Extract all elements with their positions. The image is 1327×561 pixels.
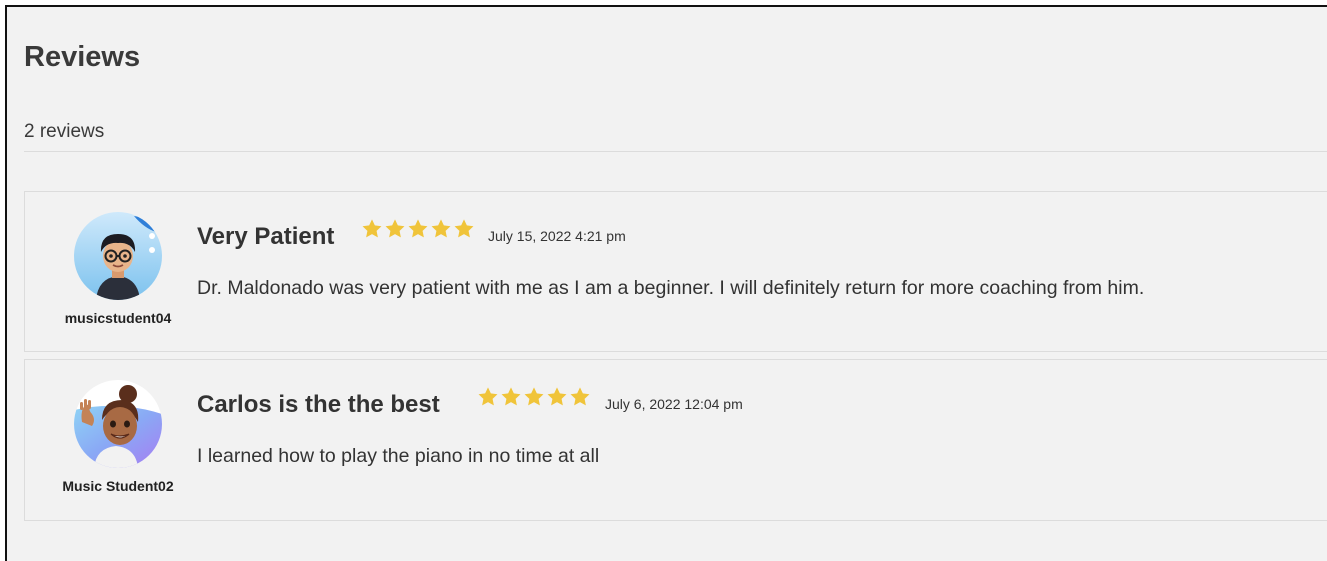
review-title: Very Patient [197,223,335,250]
star-icon [501,387,521,406]
star-icon [431,219,451,238]
memoji-girl-waving-icon [74,380,162,468]
review-card: musicstudent04 Very Patient July 15, 202… [24,191,1327,352]
page-title: Reviews [24,41,141,73]
avatar[interactable] [74,380,162,468]
star-icon [408,219,428,238]
star-rating [361,218,475,240]
avatar[interactable] [74,212,162,300]
star-icon [362,219,382,238]
star-rating [477,386,591,408]
review-body: I learned how to play the piano in no ti… [197,445,600,467]
reviewer-name[interactable]: Music Student02 [25,478,211,494]
star-icon [385,219,405,238]
star-icon [570,387,590,406]
review-card: Music Student02 Carlos is the the best J… [24,359,1327,521]
review-title: Carlos is the the best [197,391,440,418]
reviews-panel: Reviews 2 reviews musicstudent04 Very Pa… [5,5,1327,561]
review-date: July 6, 2022 12:04 pm [605,396,743,412]
review-body: Dr. Maldonado was very patient with me a… [197,277,1145,299]
review-date: July 15, 2022 4:21 pm [488,228,626,244]
star-icon [478,387,498,406]
divider [24,151,1327,152]
star-icon [547,387,567,406]
star-icon [524,387,544,406]
reviewer-name[interactable]: musicstudent04 [25,310,211,326]
star-icon [454,219,474,238]
memoji-boy-glasses-icon [74,212,162,300]
review-count: 2 reviews [24,121,105,142]
